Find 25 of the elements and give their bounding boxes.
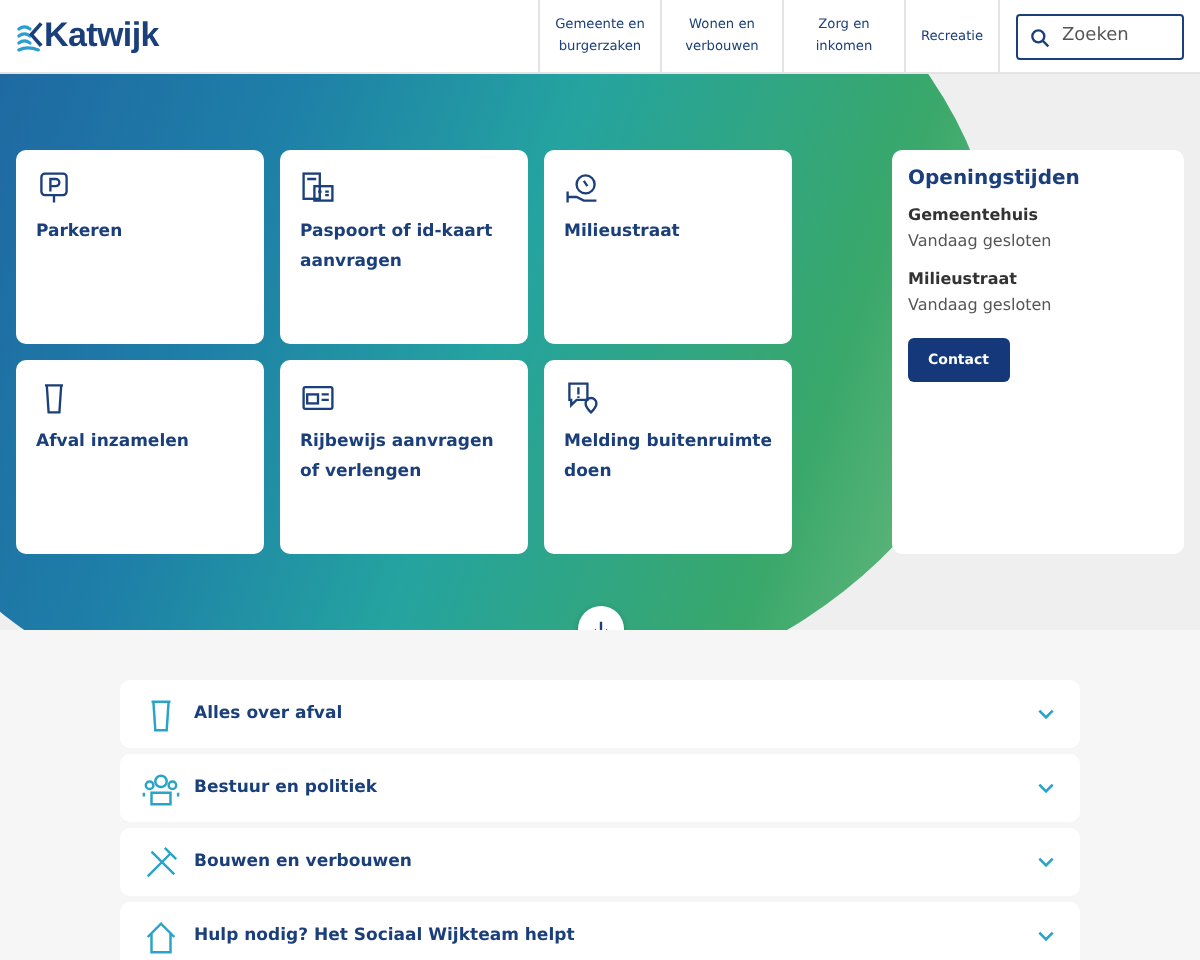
parking-sign-icon xyxy=(36,170,72,206)
service-tile[interactable]: Paspoort of id-kaart aanvragen xyxy=(280,150,528,344)
location-name: Gemeentehuis xyxy=(908,206,1039,224)
house-icon xyxy=(142,917,180,955)
service-tile[interactable]: Melding buitenruimte doen xyxy=(544,360,792,554)
service-tile[interactable]: Milieustraat xyxy=(544,150,792,344)
accordion-item[interactable]: Bestuur en politiek xyxy=(120,754,1080,822)
logo-icon xyxy=(16,18,44,54)
accordion-item[interactable]: Alles over afval xyxy=(120,680,1080,748)
search-icon xyxy=(1030,28,1050,48)
card-title: Openingstijden xyxy=(908,168,1080,190)
location-name: Milieustraat xyxy=(908,270,1017,288)
warning-pin-icon xyxy=(564,380,600,416)
group-icon xyxy=(142,769,180,807)
service-tile[interactable]: Afval inzamelen xyxy=(16,360,264,554)
opening-status: Vandaag gesloten xyxy=(908,232,1052,250)
search-field[interactable]: Zoeken xyxy=(1016,13,1184,59)
accordion-item[interactable]: Bouwen en verbouwen xyxy=(120,828,1080,896)
accordion-item[interactable]: Hulp nodig? Het Sociaal Wijkteam helpt xyxy=(120,902,1080,960)
license-card-icon xyxy=(300,380,336,416)
service-tile[interactable]: Rijbewijs aanvragen of verlengen xyxy=(280,360,528,554)
opening-status: Vandaag gesloten xyxy=(908,296,1052,314)
logo-text[interactable]: Katwijk xyxy=(44,16,159,56)
id-card-icon xyxy=(300,170,336,206)
service-tile[interactable]: Parkeren xyxy=(16,150,264,344)
